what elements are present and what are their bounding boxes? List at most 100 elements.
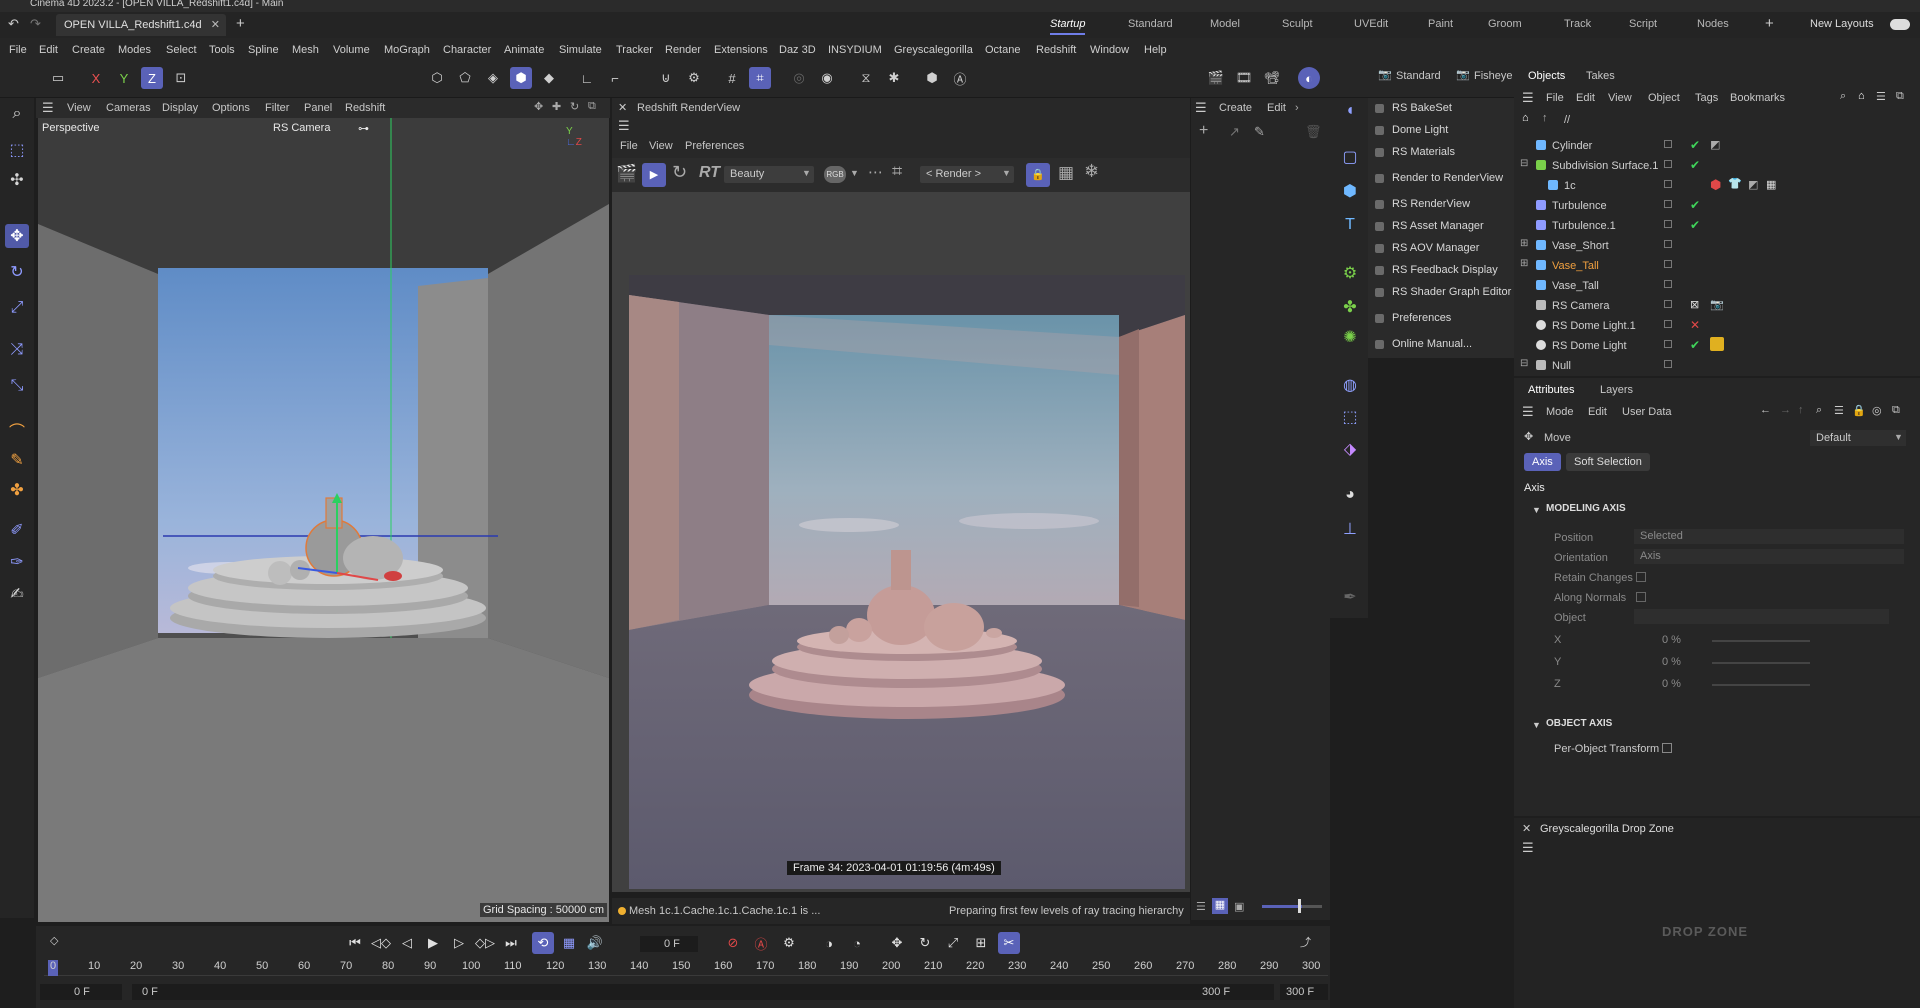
menu-select[interactable]: Select [166,44,197,56]
viewport-dolly-icon[interactable]: ✚ [552,100,561,113]
preset-select[interactable]: Default [1810,430,1906,446]
rs-menu-aov-manager[interactable]: RS AOV Manager [1368,238,1514,258]
objects-menu-bookmarks[interactable]: Bookmarks [1730,92,1785,104]
panel-hamburger-icon[interactable]: ☰ [1195,100,1207,116]
rs-menu-preferences[interactable]: Preferences [1368,308,1514,328]
enabled-check-icon[interactable]: ✔ [1690,198,1700,212]
lock-icon[interactable]: ⬢ [921,67,943,89]
key-pla-icon[interactable]: ✂ [998,932,1020,954]
retain-changes-checkbox[interactable] [1636,572,1646,582]
snap-icon[interactable]: ⊍ [655,67,677,89]
brush-icon[interactable]: ✐ [5,518,29,542]
snap-move-icon[interactable]: ⤡ [5,374,29,398]
object-row[interactable]: ⊞ Vase_Short [1514,236,1920,256]
solo-icon[interactable]: ◎ [788,67,810,89]
back-arrow-icon[interactable]: ← [1760,404,1771,416]
visibility-toggle[interactable] [1664,180,1672,188]
object-row[interactable]: ⊟ Subdivision Surface.1 ✔ [1514,156,1920,176]
layout-tab-sculpt[interactable]: Sculpt [1282,18,1313,30]
settings-icon[interactable]: ◎ [1872,404,1882,417]
next-frame-icon[interactable]: ▷ [448,932,470,954]
viewport-menu-cameras[interactable]: Cameras [106,102,151,114]
enabled-check-icon[interactable]: ✔ [1690,218,1700,232]
visibility-toggle[interactable] [1664,160,1672,168]
rs-environment-icon[interactable]: ◕ [1337,482,1363,508]
visibility-toggle[interactable] [1664,240,1672,248]
menu-file[interactable]: File [9,44,27,56]
menu-help[interactable]: Help [1144,44,1167,56]
link-icon[interactable]: ↗ [1229,124,1240,140]
viewport-menu-options[interactable]: Options [212,102,250,114]
tab-objects[interactable]: Objects [1528,70,1565,82]
visibility-toggle[interactable] [1664,220,1672,228]
menu-mograph[interactable]: MoGraph [384,44,430,56]
visibility-toggle[interactable] [1664,280,1672,288]
subtab-axis[interactable]: Axis [1524,453,1561,471]
menu-daz3d[interactable]: Daz 3D [779,44,816,56]
goto-start-icon[interactable]: ⏮ [344,932,366,954]
layout-tab-track[interactable]: Track [1564,18,1591,30]
spline-shape-icon[interactable]: ✤ [5,478,29,502]
next-key-icon[interactable]: ◇▷ [474,932,496,954]
tag-icon[interactable]: ◩ [1748,178,1758,191]
renderview-hamburger-icon[interactable]: ☰ [618,118,630,134]
document-tab[interactable]: OPEN VILLA_Redshift1.c4d ✕ [56,14,226,36]
z-axis-icon[interactable]: Z [141,67,163,89]
y-slider[interactable] [1712,662,1810,664]
autokey-icon[interactable]: Ⓐ [750,932,772,954]
home-icon[interactable]: ⌂ [1522,112,1529,124]
add-layout-icon[interactable]: + [1765,15,1774,32]
menu-redshift[interactable]: Redshift [1036,44,1076,56]
rs-volume-icon[interactable]: ⬚ [1337,404,1363,430]
rs-gear-icon[interactable]: ✺ [1337,324,1363,350]
layout-tab-model[interactable]: Model [1210,18,1240,30]
points-mode-icon[interactable]: ⬡ [426,67,448,89]
up-arrow-icon[interactable]: ↑ [1798,404,1804,416]
prev-key-icon[interactable]: ◁◇ [370,932,392,954]
rs-menu-feedback-display[interactable]: RS Feedback Display [1368,260,1514,280]
visibility-toggle[interactable] [1664,360,1672,368]
rs-field-icon[interactable]: ⬗ [1337,436,1363,462]
prev-frame-icon[interactable]: ◁ [396,932,418,954]
visibility-toggle[interactable] [1664,140,1672,148]
rs-pen-icon[interactable]: ✒ [1337,584,1363,610]
rs-object-icon[interactable]: ⚙ [1337,260,1363,286]
graph-icon[interactable]: ⤴ [1300,934,1311,950]
filter-icon[interactable]: ☰ [1834,404,1844,417]
search-icon[interactable]: ⌕ [1816,404,1822,417]
spline-tool-icon[interactable]: ✎ [5,448,29,472]
layout-tab-nodes[interactable]: Nodes [1697,18,1729,30]
rs-menu-online-manual[interactable]: Online Manual... [1368,334,1514,354]
single-view-icon[interactable]: ▣ [1234,900,1244,913]
object-axis-title[interactable]: OBJECT AXIS [1546,718,1612,729]
y-axis-icon[interactable]: Y [113,67,135,89]
objects-menu-edit[interactable]: Edit [1576,92,1595,104]
rs-floor-icon[interactable]: ⊥ [1337,516,1363,542]
position-select[interactable]: Selected [1634,529,1904,544]
viewport-hamburger-icon[interactable]: ☰ [42,100,54,116]
tab-standard[interactable]: Standard [1396,70,1441,82]
x-slider[interactable] [1712,640,1810,642]
forward-arrow-icon[interactable]: → [1780,404,1791,416]
snowflake-icon[interactable]: ❄ [1084,161,1099,182]
viewport-camera-label[interactable]: RS Camera [273,122,330,134]
attributes-menu-userdata[interactable]: User Data [1622,406,1672,418]
menu-octane[interactable]: Octane [985,44,1020,56]
tag-icon[interactable]: ◩ [1710,138,1720,151]
grid-view-icon[interactable]: ▦ [1212,898,1228,914]
symmetry-icon[interactable]: ⧖ [855,67,877,89]
expand-icon[interactable]: ⧉ [1896,90,1904,103]
close-icon[interactable]: ✕ [211,18,220,31]
coordinate-system-icon[interactable]: ⊡ [170,67,192,89]
checker-tag-icon[interactable]: ▦ [1766,178,1776,191]
target-tag-icon[interactable]: ⊠ [1690,298,1699,311]
lock-icon[interactable]: 🔒 [1026,163,1050,187]
menu-simulate[interactable]: Simulate [559,44,602,56]
camera-tag-icon[interactable]: 📷 [1710,298,1724,311]
chevron-down-icon[interactable]: ▼ [850,168,859,178]
search-icon[interactable]: ⌕ [5,102,29,126]
subtab-soft-selection[interactable]: Soft Selection [1566,453,1650,471]
object-row[interactable]: ⊟ Null [1514,356,1920,376]
rs-deformer-icon[interactable]: ◍ [1337,372,1363,398]
layout-toggle[interactable] [1890,19,1910,30]
